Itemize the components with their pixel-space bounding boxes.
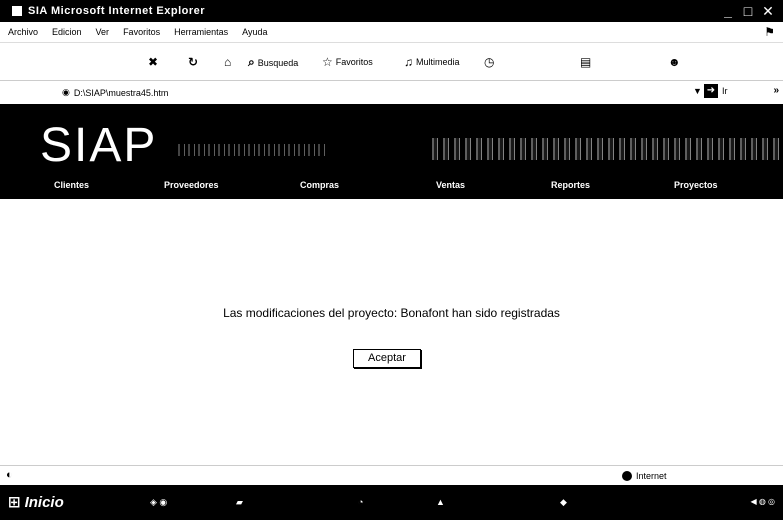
- nav-proyectos[interactable]: Proyectos: [674, 180, 718, 190]
- nav-reportes[interactable]: Reportes: [551, 180, 590, 190]
- home-button[interactable]: ⌂: [224, 55, 231, 69]
- home-icon: ⌂: [224, 55, 232, 69]
- toolbar: ✖ ↻ ⌂ ⌕ Busqueda ☆ Favoritos ♫ Multimedi…: [0, 42, 783, 80]
- quicklaunch-icons[interactable]: ◈ ◉: [150, 497, 167, 508]
- media-label: Multimedia: [416, 57, 460, 67]
- zone-label: Internet: [636, 471, 667, 481]
- globe-icon: [622, 471, 632, 481]
- site-logo: SIAP: [40, 119, 158, 172]
- messenger-button[interactable]: ☻: [668, 55, 681, 69]
- address-dropdown-icon[interactable]: ▼: [693, 86, 702, 96]
- menu-ver[interactable]: Ver: [96, 27, 110, 37]
- accept-button[interactable]: Aceptar: [353, 349, 421, 368]
- search-label: Busqueda: [257, 57, 299, 68]
- menu-edicion[interactable]: Edicion: [52, 27, 82, 37]
- favorites-button[interactable]: ☆ Favoritos: [322, 55, 373, 69]
- taskbar-item-4[interactable]: ◆: [560, 497, 567, 508]
- media-icon: ♫: [404, 55, 413, 69]
- menu-archivo[interactable]: Archivo: [8, 27, 38, 37]
- stop-button[interactable]: ✖: [148, 55, 158, 69]
- nav-compras[interactable]: Compras: [300, 180, 339, 190]
- window-controls: _ □ ✕: [719, 3, 777, 19]
- close-button[interactable]: ✕: [759, 3, 777, 19]
- menu-favoritos[interactable]: Favoritos: [123, 27, 160, 37]
- site-header: SIAP Clientes Proveedores Compras Ventas…: [0, 104, 783, 199]
- address-bar: ◉ D:\SIAP\muestra45.htm ▼ ➜ Ir »: [0, 80, 783, 104]
- address-input[interactable]: ◉ D:\SIAP\muestra45.htm: [62, 87, 168, 98]
- windows-flag-icon: ⚑: [764, 25, 775, 39]
- site-nav: Clientes Proveedores Compras Ventas Repo…: [0, 176, 783, 196]
- print-icon: ▤: [580, 55, 592, 69]
- system-tray: ◀ ◍ ◎: [750, 497, 775, 506]
- start-label: Inicio: [24, 493, 64, 511]
- window-title: SIA Microsoft Internet Explorer: [28, 5, 206, 17]
- taskbar: ⊞ Inicio ◈ ◉ ▰ ◔ ▲ ◆ ◀ ◍ ◎: [0, 485, 783, 520]
- star-icon: ☆: [322, 55, 333, 69]
- search-icon: ⌕: [248, 55, 255, 69]
- taskbar-item-1[interactable]: ▰: [236, 497, 243, 508]
- menu-ayuda[interactable]: Ayuda: [242, 27, 267, 37]
- search-button[interactable]: ⌕ Busqueda: [248, 55, 298, 70]
- stop-icon: ✖: [148, 55, 159, 69]
- refresh-button[interactable]: ↻: [188, 55, 198, 69]
- windows-logo-icon: ⊞: [8, 494, 21, 511]
- history-button[interactable]: ◷: [484, 55, 494, 69]
- header-decoration-left: [175, 144, 325, 156]
- taskbar-item-2[interactable]: ◔: [358, 497, 363, 507]
- nav-proveedores[interactable]: Proveedores: [164, 180, 219, 190]
- go-arrow-icon: ➜: [704, 84, 718, 98]
- media-button[interactable]: ♫ Multimedia: [404, 55, 460, 69]
- page-content: Las modificaciones del proyecto: Bonafon…: [0, 199, 783, 465]
- menu-bar: Archivo Edicion Ver Favoritos Herramient…: [0, 22, 783, 42]
- minimize-button[interactable]: _: [719, 3, 737, 19]
- go-label: Ir: [722, 86, 728, 96]
- toolbar-overflow-icon[interactable]: »: [773, 85, 779, 96]
- nav-ventas[interactable]: Ventas: [436, 180, 465, 190]
- page-icon: ◉: [62, 87, 70, 97]
- start-button[interactable]: ⊞ Inicio: [8, 493, 64, 512]
- go-button[interactable]: ➜ Ir: [704, 84, 728, 98]
- page-loaded-icon: ◐: [6, 469, 13, 481]
- refresh-icon: ↻: [188, 55, 199, 69]
- history-icon: ◷: [484, 55, 495, 69]
- messenger-icon: ☻: [668, 55, 681, 69]
- security-zone: Internet: [622, 471, 667, 481]
- window-title-bar[interactable]: SIA Microsoft Internet Explorer _ □ ✕: [0, 0, 783, 22]
- nav-clientes[interactable]: Clientes: [54, 180, 89, 190]
- confirmation-message: Las modificaciones del proyecto: Bonafon…: [223, 306, 560, 320]
- status-bar: ◐ Internet: [0, 465, 783, 485]
- taskbar-item-3[interactable]: ▲: [436, 497, 445, 507]
- header-decoration-right: [430, 138, 783, 160]
- address-url: D:\SIAP\muestra45.htm: [73, 87, 169, 98]
- print-button[interactable]: ▤: [580, 55, 591, 69]
- favorites-label: Favoritos: [335, 57, 373, 67]
- maximize-button[interactable]: □: [739, 3, 757, 19]
- ie-app-icon: [12, 6, 22, 16]
- menu-herramientas[interactable]: Herramientas: [174, 27, 228, 37]
